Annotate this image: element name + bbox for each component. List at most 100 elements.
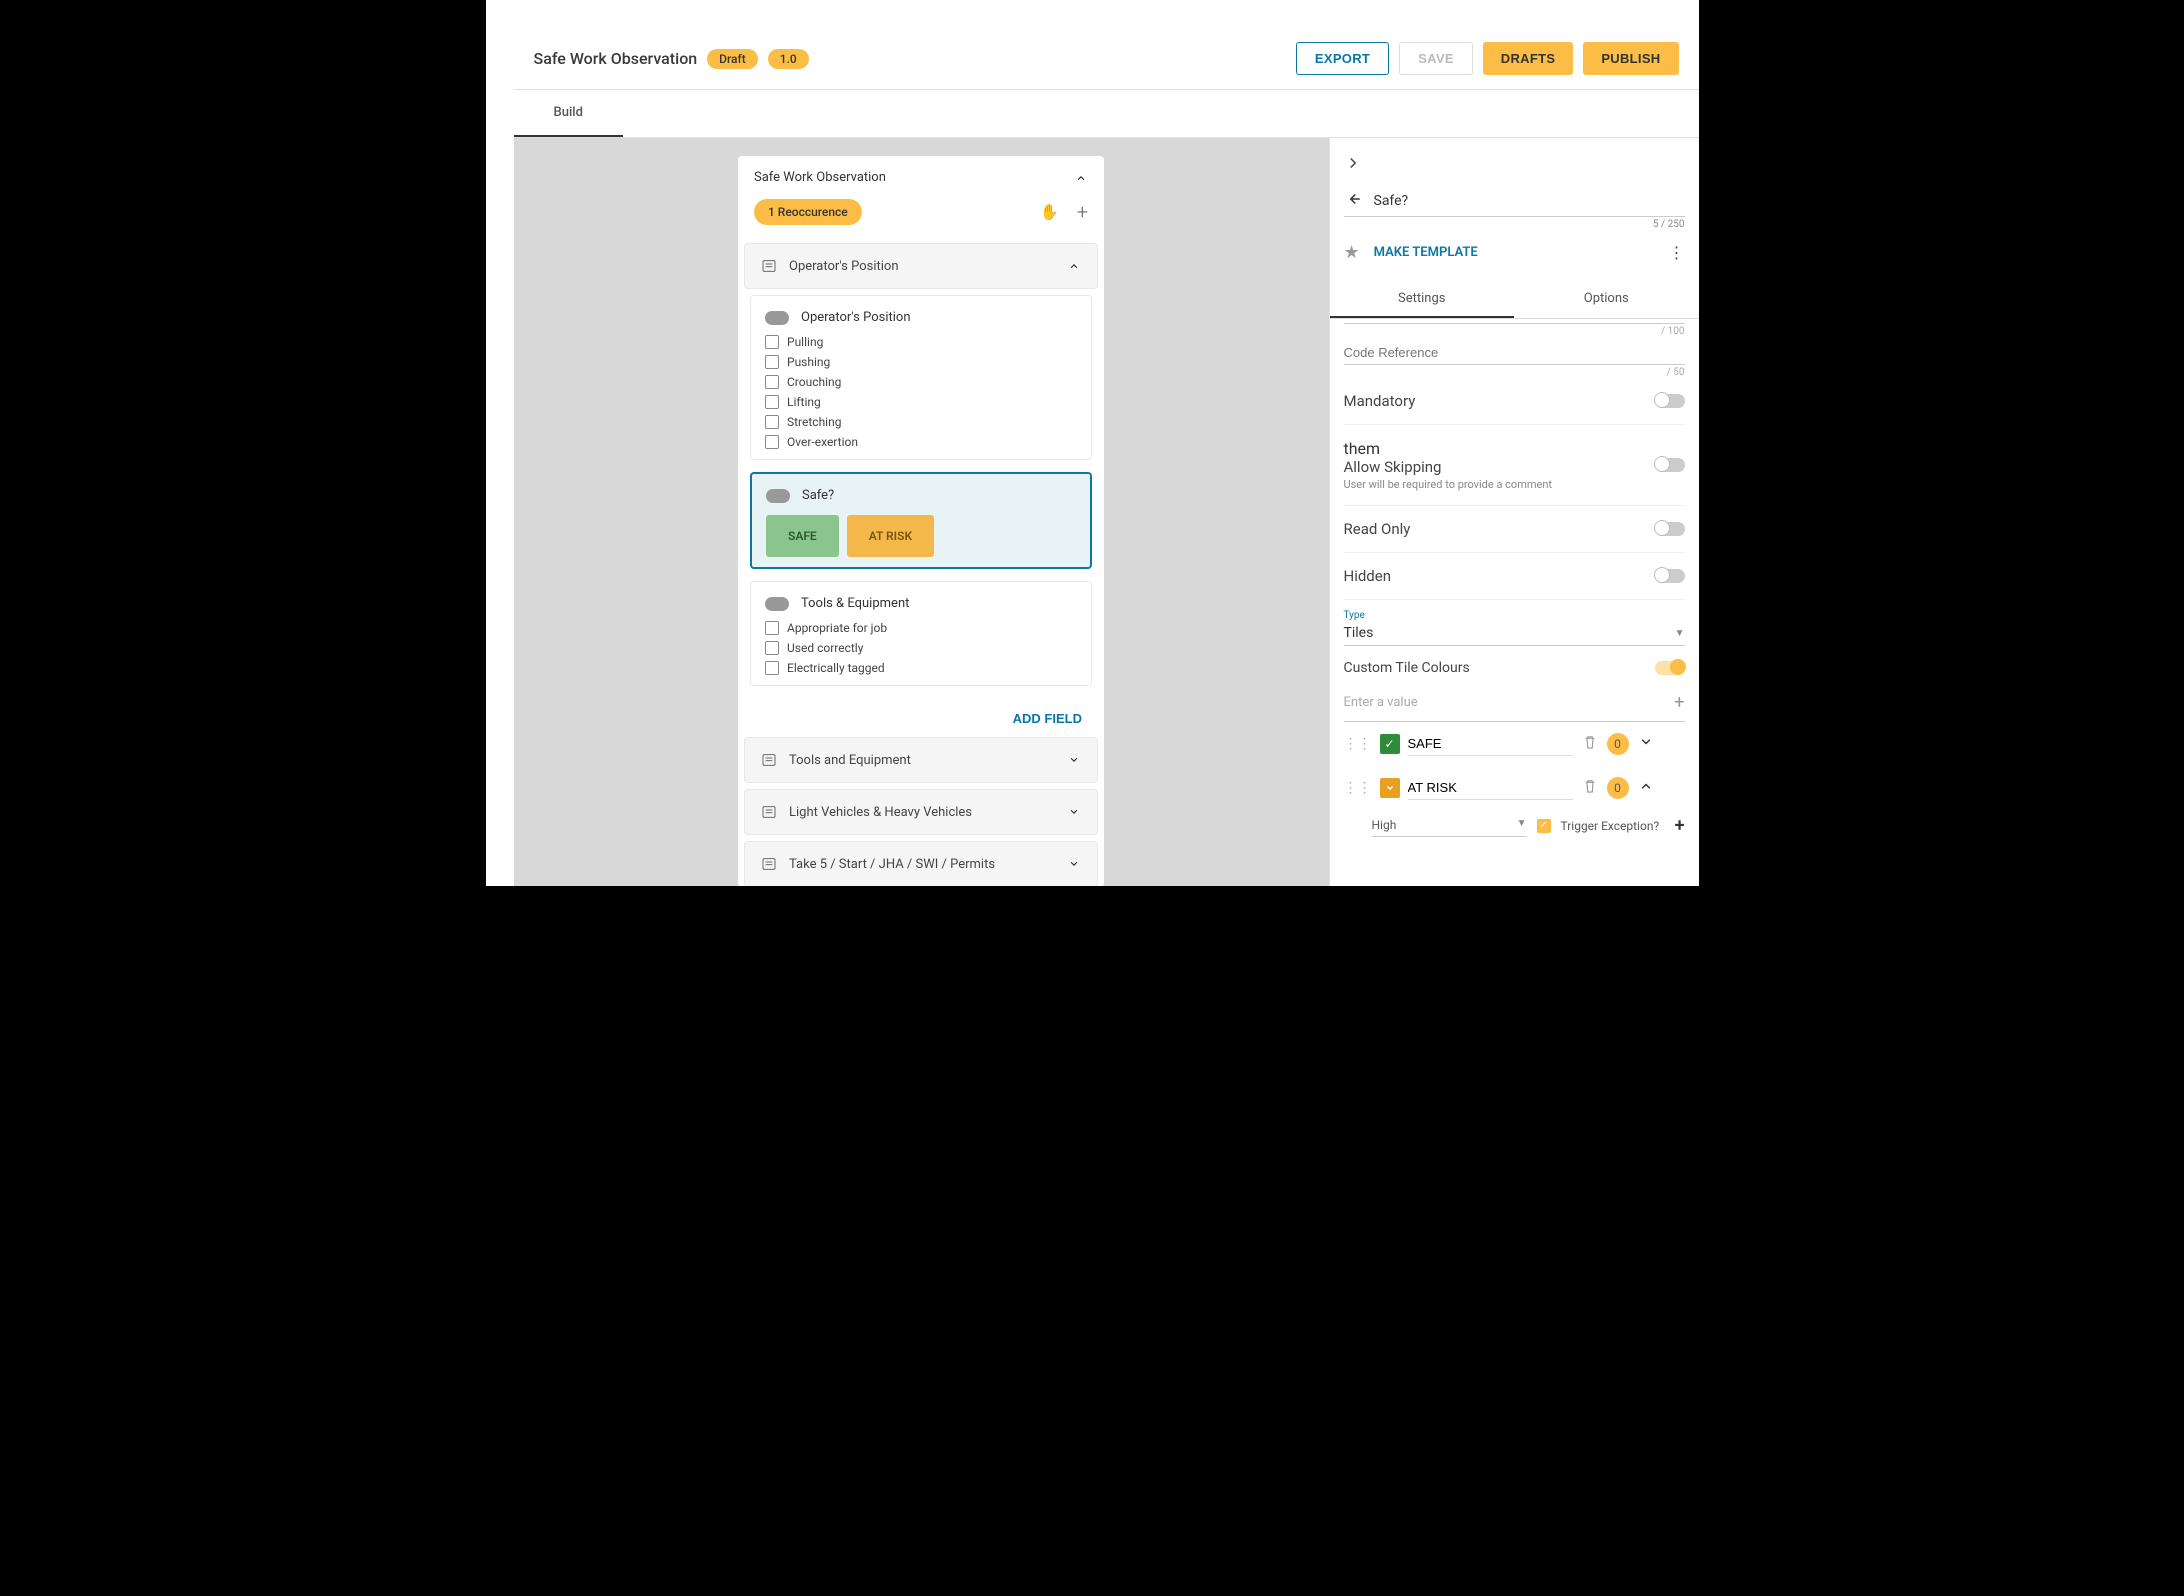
chevron-up-icon[interactable] (1637, 777, 1655, 799)
badge-draft: Draft (707, 49, 758, 69)
count-badge: 0 (1607, 733, 1629, 755)
count-badge: 0 (1607, 777, 1629, 799)
readonly-toggle[interactable] (1655, 522, 1685, 536)
section-title: Take 5 / Start / JHA / SWI / Permits (789, 857, 995, 872)
breadcrumb-expand[interactable] (1344, 148, 1685, 182)
mandatory-toggle[interactable] (1655, 394, 1685, 408)
topbar-actions: EXPORT SAVE DRAFTS PUBLISH (1296, 42, 1679, 75)
char-counter: 5 / 250 (1344, 217, 1685, 230)
tab-build[interactable]: Build (514, 90, 623, 137)
tile-safe[interactable]: SAFE (766, 515, 839, 557)
exception-config-row: High ▼ ✓ Trigger Exception? + (1344, 810, 1685, 841)
checkbox-icon (765, 621, 779, 635)
type-value: Tiles (1344, 625, 1374, 641)
checkbox-icon (765, 641, 779, 655)
switch-icon (765, 597, 789, 611)
section-tools-and-equipment[interactable]: Tools and Equipment (744, 737, 1098, 783)
right-panel: Safe? 5 / 250 ★ MAKE TEMPLATE ⋮ Settings… (1329, 138, 1699, 886)
severity-value: High (1372, 818, 1397, 832)
form-title: Safe Work Observation (754, 170, 886, 185)
check-item[interactable]: Lifting (765, 395, 1077, 409)
code-reference-input[interactable] (1344, 337, 1685, 365)
severity-select[interactable]: High ▼ (1372, 814, 1527, 837)
delete-icon[interactable] (1581, 777, 1599, 799)
export-button[interactable]: EXPORT (1296, 42, 1389, 75)
add-icon[interactable]: + (1077, 200, 1088, 224)
check-label: Electrically tagged (787, 661, 885, 675)
add-exception-icon[interactable]: + (1675, 815, 1685, 836)
check-item[interactable]: Over-exertion (765, 435, 1077, 449)
make-template-button[interactable]: MAKE TEMPLATE (1374, 245, 1655, 260)
field-label: Tools & Equipment (801, 596, 909, 611)
mandatory-label: Mandatory (1344, 392, 1416, 410)
field-title-input[interactable]: Safe? (1374, 193, 1685, 209)
trigger-exception-checkbox[interactable]: ✓ (1537, 819, 1551, 833)
field-operators-position[interactable]: Operator's Position Pulling Pushing Crou… (750, 295, 1092, 460)
star-icon[interactable]: ★ (1344, 242, 1360, 263)
reoccurence-row: 1 Reoccurence ✋ + (738, 195, 1104, 243)
field-label: Operator's Position (801, 310, 911, 325)
checkbox-icon (765, 415, 779, 429)
check-item[interactable]: Electrically tagged (765, 661, 1077, 675)
checklist: Appropriate for job Used correctly Elect… (765, 621, 1077, 675)
custom-tile-colours-toggle[interactable] (1655, 661, 1685, 675)
color-swatch-orange[interactable] (1380, 778, 1400, 798)
list-icon (761, 258, 777, 274)
section-title: Tools and Equipment (789, 753, 911, 768)
field-tools-equipment[interactable]: Tools & Equipment Appropriate for job Us… (750, 581, 1092, 686)
topbar: Safe Work Observation Draft 1.0 EXPORT S… (514, 28, 1699, 90)
dropdown-arrow-icon: ▼ (1675, 628, 1685, 639)
chevron-down-icon (1067, 857, 1081, 871)
check-label: Over-exertion (787, 435, 858, 449)
code-ref-hint: / 50 (1344, 365, 1685, 378)
form-header[interactable]: Safe Work Observation (738, 156, 1104, 195)
add-field-button[interactable]: ADD FIELD (1013, 711, 1082, 726)
delete-icon[interactable] (1581, 733, 1599, 755)
list-icon (761, 856, 777, 872)
field-safe[interactable]: Safe? SAFE AT RISK (750, 472, 1092, 569)
trigger-exception-label: Trigger Exception? (1561, 819, 1660, 833)
dropdown-arrow-icon: ▼ (1517, 818, 1527, 832)
check-label: Appropriate for job (787, 621, 887, 635)
color-swatch-green[interactable]: ✓ (1380, 734, 1400, 754)
hidden-label: Hidden (1344, 567, 1392, 585)
hand-stop-icon[interactable]: ✋ (1040, 203, 1059, 221)
section-take5-permits[interactable]: Take 5 / Start / JHA / SWI / Permits (744, 841, 1098, 886)
check-label: Crouching (787, 375, 841, 389)
kebab-menu-icon[interactable]: ⋮ (1669, 243, 1685, 262)
check-item[interactable]: Crouching (765, 375, 1077, 389)
tile-row: SAFE AT RISK (766, 515, 1076, 557)
check-item[interactable]: Appropriate for job (765, 621, 1077, 635)
tile-config-atrisk: ⋮⋮ 0 (1344, 766, 1685, 810)
chevron-down-icon[interactable] (1637, 733, 1655, 755)
tab-settings[interactable]: Settings (1330, 281, 1515, 318)
tab-options[interactable]: Options (1514, 281, 1699, 318)
tile-label-input[interactable] (1408, 732, 1573, 756)
hidden-toggle[interactable] (1655, 569, 1685, 583)
publish-button[interactable]: PUBLISH (1583, 42, 1678, 75)
add-value-icon[interactable]: + (1674, 692, 1684, 713)
tile-label-input[interactable] (1408, 776, 1573, 800)
section-operators-position[interactable]: Operator's Position (744, 243, 1098, 289)
drag-handle-icon[interactable]: ⋮⋮ (1344, 736, 1372, 752)
list-icon (761, 752, 777, 768)
back-button[interactable] (1344, 190, 1362, 212)
tile-at-risk[interactable]: AT RISK (847, 515, 934, 557)
section-light-heavy-vehicles[interactable]: Light Vehicles & Heavy Vehicles (744, 789, 1098, 835)
form-card: Safe Work Observation 1 Reoccurence ✋ + … (738, 156, 1104, 886)
add-field-row: ADD FIELD (738, 698, 1104, 737)
check-item[interactable]: Pulling (765, 335, 1077, 349)
save-button[interactable]: SAVE (1399, 42, 1473, 75)
check-label: Stretching (787, 415, 841, 429)
check-item[interactable]: Stretching (765, 415, 1077, 429)
checkbox-icon (765, 435, 779, 449)
check-item[interactable]: Pushing (765, 355, 1077, 369)
reoccurence-badge[interactable]: 1 Reoccurence (754, 199, 862, 225)
drafts-button[interactable]: DRAFTS (1483, 42, 1574, 75)
canvas[interactable]: Safe Work Observation 1 Reoccurence ✋ + … (514, 138, 1329, 886)
allow-skipping-toggle[interactable] (1655, 458, 1685, 472)
enter-value-input[interactable]: Enter a value (1344, 695, 1418, 710)
type-select[interactable]: Tiles ▼ (1344, 621, 1685, 646)
drag-handle-icon[interactable]: ⋮⋮ (1344, 780, 1372, 796)
check-item[interactable]: Used correctly (765, 641, 1077, 655)
